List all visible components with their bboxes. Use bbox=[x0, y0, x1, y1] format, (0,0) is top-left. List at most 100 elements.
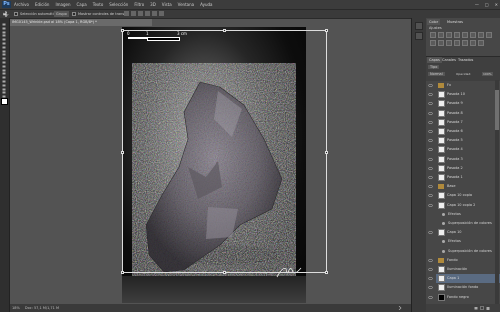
show-transform-checkbox[interactable] bbox=[72, 12, 76, 16]
blend-mode-dropdown[interactable]: Normal bbox=[428, 72, 445, 76]
zoom-level[interactable]: 18% bbox=[12, 306, 20, 310]
vibrance-icon[interactable] bbox=[462, 32, 468, 38]
eye-icon[interactable] bbox=[428, 184, 433, 189]
transform-handle[interactable] bbox=[325, 271, 328, 274]
transform-handle[interactable] bbox=[325, 151, 328, 154]
layer-group-row[interactable]: Fx bbox=[428, 81, 500, 90]
menu-item[interactable]: Edición bbox=[35, 0, 49, 9]
menu-item[interactable]: Imagen bbox=[55, 0, 70, 9]
eye-icon[interactable] bbox=[428, 92, 433, 97]
bw-icon[interactable] bbox=[486, 32, 492, 38]
exposure-icon[interactable] bbox=[454, 32, 460, 38]
layer-group-row[interactable]: Fondo bbox=[428, 256, 500, 265]
eye-icon[interactable] bbox=[428, 285, 433, 290]
eye-icon[interactable] bbox=[428, 157, 433, 162]
layer-group-row[interactable]: Base bbox=[428, 182, 500, 191]
layer-row[interactable]: Capa 10 bbox=[428, 228, 500, 237]
transform-handle[interactable] bbox=[223, 29, 226, 32]
foreground-color-swatch[interactable] bbox=[1, 98, 8, 105]
layer-row[interactable]: Fondo negro bbox=[428, 293, 500, 302]
transform-handle[interactable] bbox=[223, 271, 226, 274]
eye-icon[interactable] bbox=[428, 175, 433, 180]
menu-item[interactable]: Ventana bbox=[178, 0, 194, 9]
close-button[interactable]: ✕ bbox=[495, 0, 498, 9]
properties-icon[interactable] bbox=[415, 32, 423, 40]
menu-item[interactable]: Ayuda bbox=[200, 0, 212, 9]
brightness-icon[interactable] bbox=[430, 32, 436, 38]
transform-handle[interactable] bbox=[325, 29, 328, 32]
align-left-icon[interactable] bbox=[145, 11, 150, 16]
eye-icon[interactable] bbox=[428, 101, 433, 106]
layer-row[interactable]: Pasada 7 bbox=[428, 118, 500, 127]
align-middle-icon[interactable] bbox=[131, 11, 136, 16]
eye-icon[interactable] bbox=[428, 258, 433, 263]
menu-item[interactable]: Archivo bbox=[14, 0, 29, 9]
eye-icon[interactable] bbox=[428, 193, 433, 198]
layer-row[interactable]: Pasada 1 bbox=[428, 173, 500, 182]
align-bottom-icon[interactable] bbox=[138, 11, 143, 16]
transform-handle[interactable] bbox=[121, 29, 124, 32]
trash-icon[interactable] bbox=[486, 306, 490, 310]
menu-item[interactable]: 3D bbox=[150, 0, 156, 9]
opacity-input[interactable]: 100% bbox=[482, 72, 493, 76]
layer-effect-row[interactable]: Superposición de colores bbox=[436, 219, 500, 228]
align-top-icon[interactable] bbox=[124, 11, 129, 16]
eye-icon[interactable] bbox=[428, 166, 433, 171]
eye-icon[interactable] bbox=[428, 83, 433, 88]
menu-item[interactable]: Filtro bbox=[134, 0, 144, 9]
eye-icon[interactable] bbox=[428, 295, 433, 300]
posterize-icon[interactable] bbox=[454, 40, 460, 46]
photo-filter-icon[interactable] bbox=[430, 40, 436, 46]
align-right-icon[interactable] bbox=[159, 11, 164, 16]
layer-row[interactable]: Pasada 3 bbox=[428, 155, 500, 164]
layer-row[interactable]: Pasada 8 bbox=[428, 109, 500, 118]
folder-icon[interactable] bbox=[474, 306, 478, 310]
hue-icon[interactable] bbox=[470, 32, 476, 38]
history-icon[interactable] bbox=[415, 22, 423, 30]
tab-swatches[interactable]: Muestras bbox=[445, 19, 465, 25]
layer-row[interactable]: Iluminación bbox=[428, 265, 500, 274]
selective-color-icon[interactable] bbox=[478, 40, 484, 46]
menu-item[interactable]: Selección bbox=[109, 0, 128, 9]
threshold-icon[interactable] bbox=[462, 40, 468, 46]
layer-row[interactable]: Iluminación fondo bbox=[428, 283, 500, 292]
menu-item[interactable]: Vista bbox=[162, 0, 172, 9]
layer-filter-dropdown[interactable]: Tipo bbox=[428, 65, 440, 69]
layer-row[interactable]: Capa 1 bbox=[428, 274, 500, 284]
layer-row[interactable]: Pasada 9 bbox=[428, 99, 500, 108]
document-tab[interactable]: IMG0145_Wrinkle.psd al 18% (Capa 1, RGB/… bbox=[10, 19, 152, 26]
eye-icon[interactable] bbox=[428, 230, 433, 235]
maximize-button[interactable]: □ bbox=[485, 0, 489, 9]
new-layer-icon[interactable] bbox=[480, 306, 484, 310]
layer-row[interactable]: Pasada 10 bbox=[428, 90, 500, 99]
layer-row[interactable]: Pasada 6 bbox=[428, 127, 500, 136]
channel-mixer-icon[interactable] bbox=[438, 40, 444, 46]
autoselect-dropdown[interactable]: Grupo bbox=[54, 11, 69, 17]
eye-icon[interactable] bbox=[428, 147, 433, 152]
transform-handle[interactable] bbox=[121, 151, 124, 154]
layer-effect-row[interactable]: Efectos bbox=[436, 237, 500, 246]
gradient-map-icon[interactable] bbox=[470, 40, 476, 46]
menu-item[interactable]: Texto bbox=[93, 0, 104, 9]
curves-icon[interactable] bbox=[446, 32, 452, 38]
eye-icon[interactable] bbox=[428, 129, 433, 134]
move-icon[interactable] bbox=[3, 11, 9, 17]
chevron-right-icon[interactable] bbox=[398, 306, 402, 310]
eye-icon[interactable] bbox=[428, 267, 433, 272]
tab-paths[interactable]: Trazados bbox=[456, 57, 475, 63]
invert-icon[interactable] bbox=[446, 40, 452, 46]
layer-row[interactable]: Capa 10 copia bbox=[428, 191, 500, 200]
eye-icon[interactable] bbox=[428, 276, 433, 281]
tab-color[interactable]: Color bbox=[427, 19, 441, 25]
eye-icon[interactable] bbox=[428, 138, 433, 143]
align-center-icon[interactable] bbox=[152, 11, 157, 16]
eye-icon[interactable] bbox=[428, 111, 433, 116]
layer-row[interactable]: Pasada 2 bbox=[428, 164, 500, 173]
eye-icon[interactable] bbox=[428, 203, 433, 208]
layer-row[interactable]: Pasada 4 bbox=[428, 145, 500, 154]
minimize-button[interactable]: — bbox=[475, 0, 479, 9]
layer-effect-row[interactable]: Superposición de colores bbox=[436, 247, 500, 256]
transform-handle[interactable] bbox=[121, 271, 124, 274]
menu-item[interactable]: Capa bbox=[77, 0, 87, 9]
transform-frame[interactable] bbox=[121, 29, 328, 274]
